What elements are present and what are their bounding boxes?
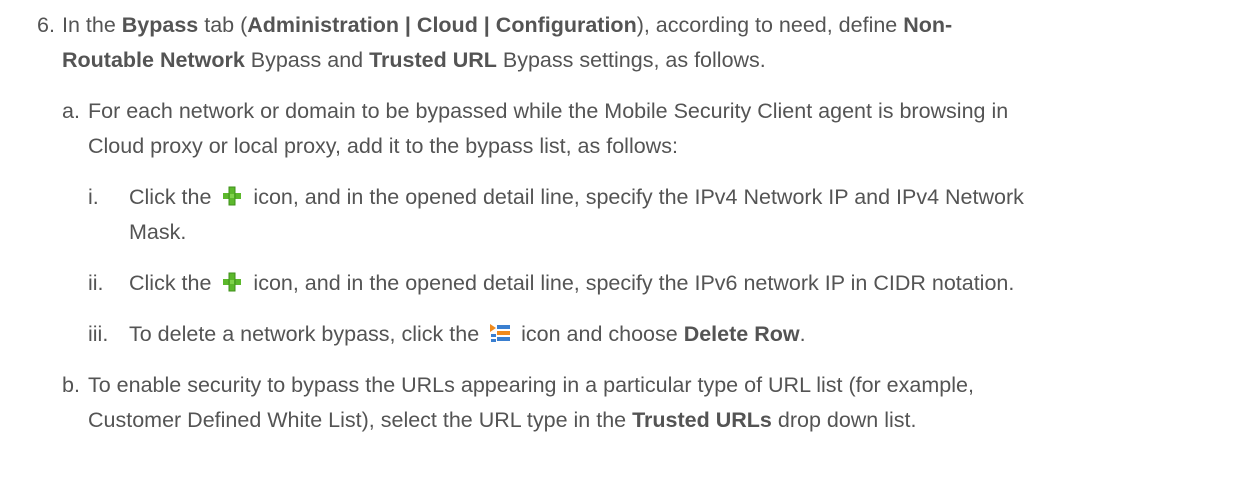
step-a-line-1: For each network or domain to be bypasse… — [88, 99, 1009, 123]
step-6-line-1: In the Bypass tab (Administration | Clou… — [62, 10, 952, 40]
bypass-tab-ref: Bypass — [121, 13, 199, 37]
step-iii-marker: iii. — [88, 322, 109, 346]
step-i-line-2: Mask. — [129, 220, 187, 244]
text-run: icon, and in the opened detail line, spe… — [253, 271, 1015, 295]
text-run: Bypass settings, as follows. — [496, 48, 766, 72]
text-run: In the — [62, 13, 122, 37]
step-6-line-2: Routable Network Bypass and Trusted URL … — [62, 45, 766, 75]
text-run: drop down list. — [771, 408, 917, 432]
text-run: Click the — [129, 271, 212, 295]
step-a-marker: a. — [62, 99, 80, 123]
step-a-line-2: Cloud proxy or local proxy, add it to th… — [88, 134, 678, 158]
text-run: icon and choose — [521, 322, 684, 346]
text-run: Click the — [129, 185, 212, 209]
text-run: . — [799, 322, 806, 346]
green-plus-icon — [221, 271, 243, 301]
non-routable-ref-end: Routable Network — [62, 48, 245, 72]
text-run: Bypass and — [244, 48, 370, 72]
document-page: 6. In the Bypass tab (Administration | C… — [0, 0, 1256, 485]
green-plus-icon — [221, 185, 243, 215]
step-6-marker: 6. — [37, 13, 55, 37]
step-ii-line-1: Click the icon, and in the opened detail… — [129, 268, 1014, 301]
text-run: ), according to need, define — [636, 13, 904, 37]
step-i-marker: i. — [88, 185, 99, 209]
step-ii-marker: ii. — [88, 271, 104, 295]
trusted-urls-ref: Trusted URLs — [632, 408, 772, 432]
delete-row-ref: Delete Row — [683, 322, 800, 346]
text-run: icon, and in the opened detail line, spe… — [253, 185, 1024, 209]
step-iii-line-1: To delete a network bypass, click the ic… — [129, 319, 806, 352]
text-run: tab ( — [198, 13, 248, 37]
trusted-url-ref: Trusted URL — [369, 48, 497, 72]
step-b-line-1: To enable security to bypass the URLs ap… — [88, 373, 974, 397]
row-menu-icon — [489, 322, 511, 352]
text-run: Customer Defined White List), select the… — [88, 408, 633, 432]
step-b-line-2: Customer Defined White List), select the… — [88, 405, 917, 435]
step-i-line-1: Click the icon, and in the opened detail… — [129, 182, 1024, 215]
non-routable-ref-start: Non- — [903, 13, 953, 37]
text-run: To delete a network bypass, click the — [129, 322, 480, 346]
menu-path-ref: Administration | Cloud | Configuration — [247, 13, 637, 37]
step-b-marker: b. — [62, 373, 80, 397]
